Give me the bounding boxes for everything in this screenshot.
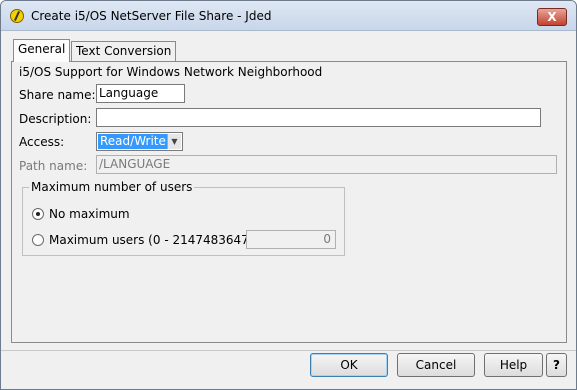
cancel-button[interactable]: Cancel (397, 353, 475, 377)
no-maximum-label[interactable]: No maximum (49, 207, 130, 221)
access-label: Access: (19, 135, 65, 149)
maximum-users-label[interactable]: Maximum users (0 - 2147483647): (49, 233, 258, 247)
tab-general[interactable]: General (13, 39, 71, 62)
share-name-label: Share name: (19, 88, 96, 102)
access-selected-value: Read/Write (98, 134, 168, 149)
window-title: Create i5/OS NetServer File Share - Jded (31, 9, 272, 23)
chevron-down-icon[interactable]: ▼ (167, 134, 181, 149)
maximum-users-input: 0 (246, 230, 336, 249)
no-maximum-radio[interactable] (32, 208, 44, 220)
access-select[interactable]: Read/Write ▼ (96, 132, 183, 151)
help-button[interactable]: Help (484, 353, 543, 377)
share-name-input[interactable]: Language (96, 84, 185, 103)
path-name-label: Path name: (19, 159, 88, 173)
app-icon (10, 9, 24, 23)
description-input[interactable] (96, 108, 541, 127)
ok-button[interactable]: OK (310, 353, 388, 377)
title-bar[interactable]: Create i5/OS NetServer File Share - Jded… (1, 1, 576, 31)
maximum-users-radio[interactable] (32, 234, 44, 246)
section-heading: i5/OS Support for Windows Network Neighb… (19, 65, 323, 79)
close-button[interactable]: X (537, 8, 567, 26)
dialog-window: Create i5/OS NetServer File Share - Jded… (0, 0, 577, 390)
description-label: Description: (19, 112, 92, 126)
context-help-button[interactable]: ? (546, 353, 567, 377)
path-name-input: /LANGUAGE (96, 155, 557, 174)
tab-text-conversion[interactable]: Text Conversion (71, 41, 177, 61)
max-users-group-title: Maximum number of users (29, 180, 195, 194)
footer-divider (1, 350, 576, 351)
